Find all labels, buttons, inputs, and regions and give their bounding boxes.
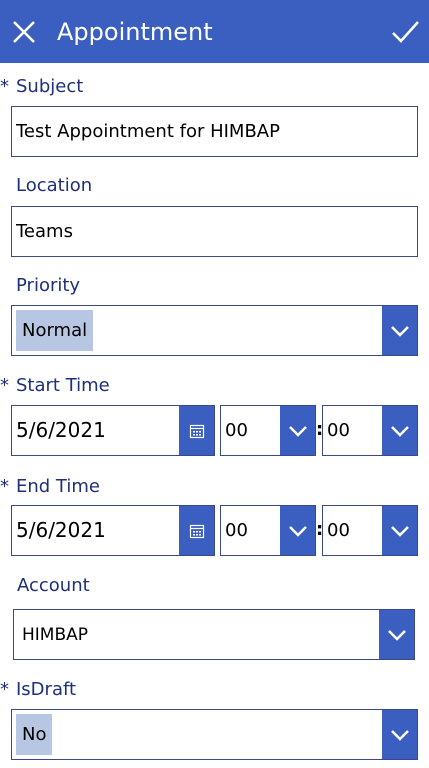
start-minute-dropdown[interactable]: 00 xyxy=(322,405,418,456)
checkmark-icon[interactable] xyxy=(387,14,423,50)
subject-input[interactable] xyxy=(11,106,418,157)
isdraft-required-marker: * xyxy=(0,679,9,700)
account-dropdown[interactable]: HIMBAP xyxy=(13,609,415,660)
end-time-required-marker: * xyxy=(0,476,9,497)
end-time-label: End Time xyxy=(16,476,100,497)
calendar-icon[interactable] xyxy=(179,406,214,455)
chevron-down-icon[interactable] xyxy=(382,406,417,455)
subject-label: Subject xyxy=(16,76,84,97)
start-minute-value: 00 xyxy=(327,420,350,441)
end-hour-value: 00 xyxy=(225,520,248,541)
page-title: Appointment xyxy=(57,18,213,46)
chevron-down-icon[interactable] xyxy=(280,506,315,555)
priority-dropdown[interactable]: Normal xyxy=(11,305,418,356)
start-hour-dropdown[interactable]: 00 xyxy=(220,405,316,456)
close-icon[interactable] xyxy=(6,14,42,50)
location-label: Location xyxy=(16,175,93,196)
start-time-label: Start Time xyxy=(16,375,110,396)
end-hour-dropdown[interactable]: 00 xyxy=(220,505,316,556)
start-date-picker[interactable]: 5/6/2021 xyxy=(11,405,215,456)
end-minute-dropdown[interactable]: 00 xyxy=(322,505,418,556)
start-date-value: 5/6/2021 xyxy=(16,418,106,442)
priority-selected-value: Normal xyxy=(16,310,94,351)
end-date-picker[interactable]: 5/6/2021 xyxy=(11,505,215,556)
start-time-required-marker: * xyxy=(0,375,9,396)
isdraft-label: IsDraft xyxy=(16,679,77,700)
priority-label: Priority xyxy=(16,275,81,296)
calendar-icon[interactable] xyxy=(179,506,214,555)
end-date-value: 5/6/2021 xyxy=(16,518,106,542)
end-minute-value: 00 xyxy=(327,520,350,541)
chevron-down-icon[interactable] xyxy=(382,506,417,555)
location-input[interactable] xyxy=(11,206,418,257)
chevron-down-icon[interactable] xyxy=(382,710,417,759)
isdraft-dropdown[interactable]: No xyxy=(11,709,418,760)
isdraft-selected-value: No xyxy=(16,714,53,755)
app-header: Appointment xyxy=(0,0,429,63)
chevron-down-icon[interactable] xyxy=(280,406,315,455)
chevron-down-icon[interactable] xyxy=(379,610,414,659)
chevron-down-icon[interactable] xyxy=(382,306,417,355)
subject-required-marker: * xyxy=(0,76,9,97)
account-label: Account xyxy=(17,575,90,596)
account-selected-value: HIMBAP xyxy=(22,625,89,645)
start-hour-value: 00 xyxy=(225,420,248,441)
